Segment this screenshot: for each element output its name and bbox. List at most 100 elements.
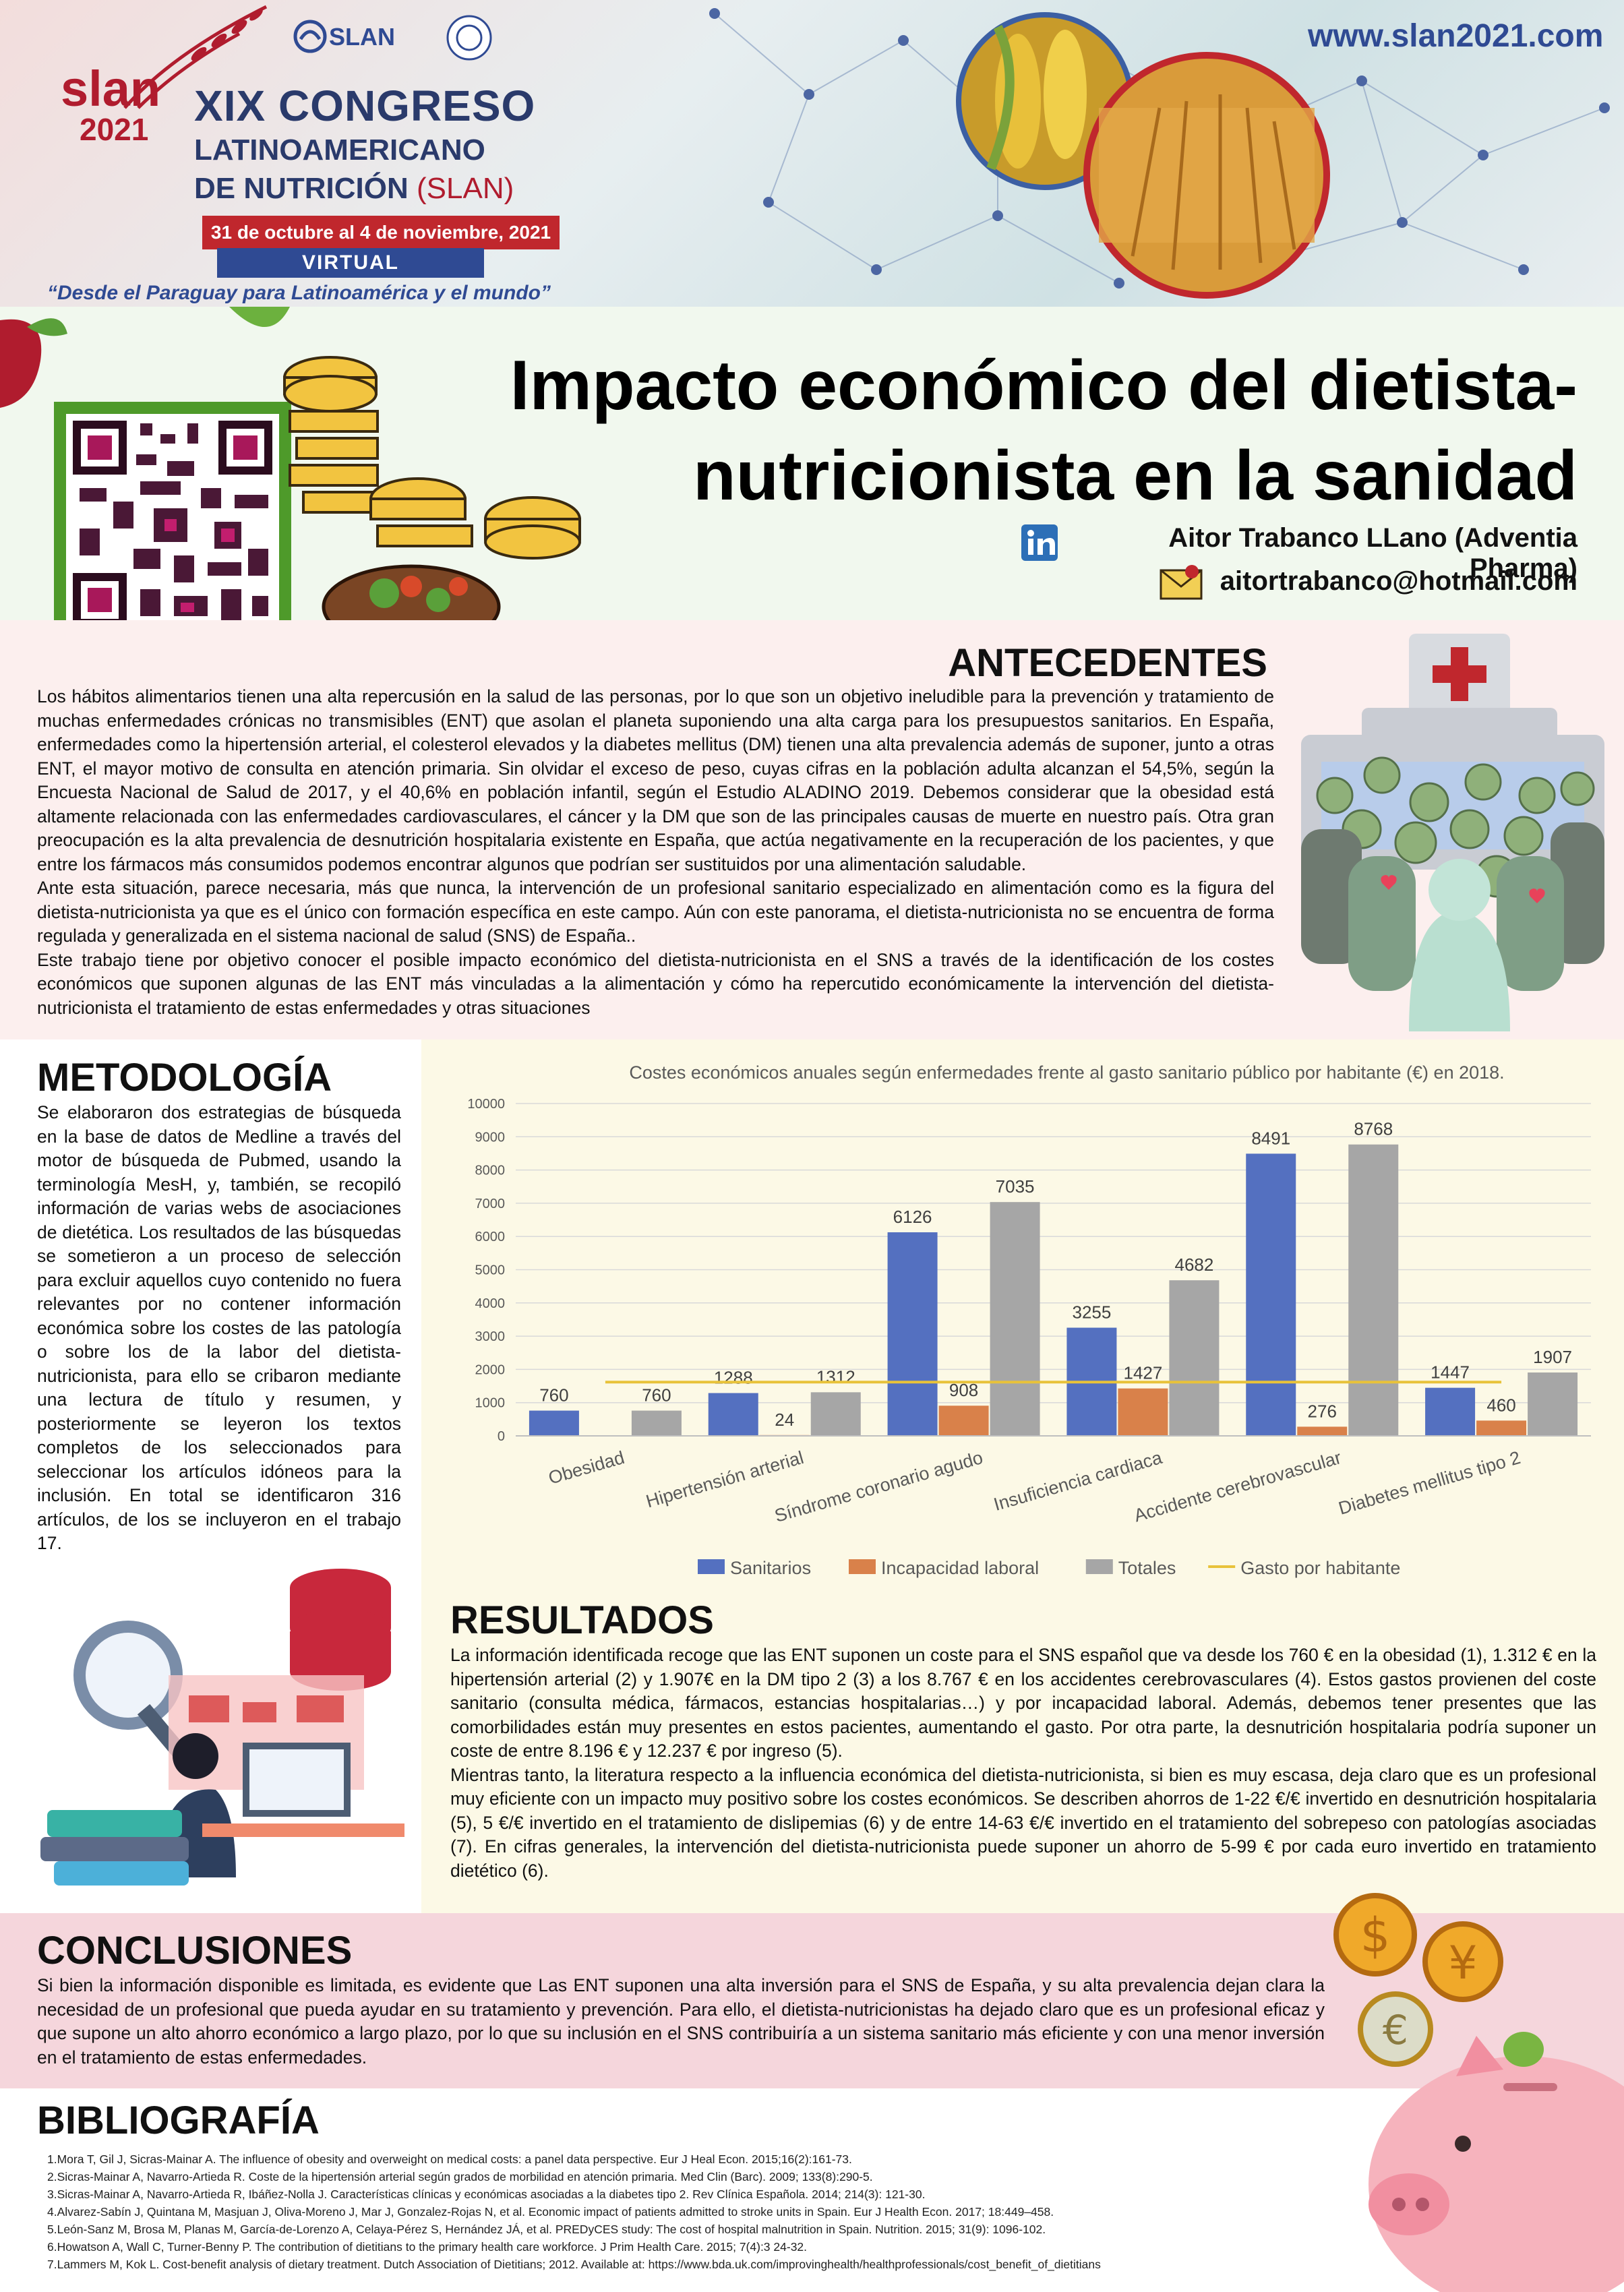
bibliography-item: 5.León-Sanz M, Brosa M, Planas M, García… xyxy=(47,2223,1046,2236)
bar xyxy=(938,1406,989,1436)
data-label: 1288 xyxy=(714,1368,753,1388)
wheat-image xyxy=(1083,52,1330,299)
website-link[interactable]: www.slan2021.com xyxy=(1308,18,1603,55)
data-label: 6126 xyxy=(893,1207,932,1227)
resultados-paragraph-2: Mientras tanto, la literatura respecto a… xyxy=(450,1764,1596,1881)
y-tick-label: 9000 xyxy=(475,1130,506,1145)
data-label: 8491 xyxy=(1251,1128,1290,1148)
legend-label: Totales xyxy=(1118,1558,1176,1578)
bar xyxy=(1246,1153,1296,1436)
svg-text:¥: ¥ xyxy=(1448,1937,1477,1990)
y-tick-label: 1000 xyxy=(475,1396,506,1411)
data-label: 1427 xyxy=(1123,1363,1162,1383)
data-label: 760 xyxy=(539,1385,568,1406)
qr-code[interactable] xyxy=(54,402,291,646)
y-tick-label: 0 xyxy=(498,1429,505,1444)
congress-title-line3-suffix: (SLAN) xyxy=(417,172,514,205)
piggy-bank-illustration: $ ¥ € xyxy=(1333,1893,1624,2292)
legend-label: Gasto por habitante xyxy=(1240,1558,1400,1578)
data-label: 1447 xyxy=(1431,1362,1470,1383)
data-label: 276 xyxy=(1308,1401,1337,1421)
logo-slan-word: slan xyxy=(61,61,161,117)
data-label: 7035 xyxy=(996,1176,1035,1197)
data-label: 3255 xyxy=(1072,1302,1111,1323)
conclusiones-text: Si bien la información disponible es lim… xyxy=(37,1975,1325,2068)
legend-swatch xyxy=(698,1559,725,1574)
envelope-icon xyxy=(1160,565,1203,600)
bibliography-item: 7.Lammers M, Kok L. Cost-benefit analysi… xyxy=(47,2258,1101,2271)
leaf-icon xyxy=(229,307,290,327)
hospital-patients-illustration xyxy=(1301,634,1604,1031)
y-tick-label: 7000 xyxy=(475,1197,506,1211)
data-label: 8768 xyxy=(1354,1119,1393,1139)
antecedentes-paragraph-2: Ante esta situación, parece necesaria, m… xyxy=(37,878,1274,946)
data-label: 1907 xyxy=(1533,1347,1572,1367)
coin-icon: € xyxy=(1358,1991,1433,2067)
y-tick-label: 2000 xyxy=(475,1362,506,1377)
metodologia-text: Se elaboraron dos estrategias de búsqued… xyxy=(37,1102,401,1553)
bar xyxy=(1169,1280,1220,1436)
bar xyxy=(810,1392,861,1436)
metodologia-heading: METODOLOGÍA xyxy=(37,1056,332,1099)
congress-title-line3-main: DE NUTRICIÓN xyxy=(194,172,409,205)
antecedentes-text: Los hábitos alimentarios tienen una alta… xyxy=(37,685,1274,1020)
bar xyxy=(708,1393,758,1436)
data-label: 24 xyxy=(775,1410,794,1430)
legend-label: Incapacidad laboral xyxy=(881,1558,1039,1578)
conclusiones-heading: CONCLUSIONES xyxy=(37,1929,353,1972)
bar xyxy=(1425,1387,1476,1436)
poster-title: Impacto económico del dietista-nutricion… xyxy=(510,346,1577,515)
y-tick-label: 3000 xyxy=(475,1329,506,1344)
congress-title-line3: DE NUTRICIÓN (SLAN) xyxy=(194,172,514,206)
cost-bar-chart: Costes económicos anuales según enfermed… xyxy=(467,1062,1591,1578)
coin-icon: $ xyxy=(1333,1893,1417,1977)
y-tick-label: 8000 xyxy=(475,1164,506,1178)
resultados-paragraph-1: La información identificada recoge que l… xyxy=(450,1645,1596,1761)
slan-emblem-icon xyxy=(293,20,327,53)
antecedentes-paragraph-1: Los hábitos alimentarios tienen una alta… xyxy=(37,686,1274,874)
bar xyxy=(631,1410,682,1436)
congress-title-line1: XIX CONGRESO xyxy=(194,82,536,130)
bibliography-item: 6.Howatson A, Wall C, Turner-Benny P. Th… xyxy=(47,2240,808,2254)
bibliography-list: 1.Mora T, Gil J, Sicras-Mainar A. The in… xyxy=(47,2150,1328,2273)
bar xyxy=(1476,1420,1527,1436)
x-tick-label: Obesidad xyxy=(546,1447,626,1488)
congress-title-line2: LATINOAMERICANO xyxy=(194,133,485,167)
y-tick-label: 4000 xyxy=(475,1296,506,1311)
bar xyxy=(1528,1372,1578,1436)
apple-icon xyxy=(0,318,67,408)
bibliography-item: 3.Sicras-Mainar A, Navarro-Artieda R, Ib… xyxy=(47,2188,926,2201)
bibliography-item: 1.Mora T, Gil J, Sicras-Mainar A. The in… xyxy=(47,2152,852,2166)
legend-label: Sanitarios xyxy=(730,1558,811,1578)
header-banner: slan 2021 SLAN XIX CONGRESO LATINOAMERIC… xyxy=(0,0,1624,307)
svg-text:€: € xyxy=(1383,2007,1408,2054)
resultados-text: La información identificada recoge que l… xyxy=(450,1643,1596,1883)
antecedentes-heading: ANTECEDENTES xyxy=(948,641,1267,685)
legend-swatch xyxy=(849,1559,876,1574)
bibliography-item: 2.Sicras-Mainar A, Navarro-Artieda R. Co… xyxy=(47,2170,873,2183)
y-tick-label: 5000 xyxy=(475,1263,506,1278)
chart-title: Costes económicos anuales según enfermed… xyxy=(629,1062,1504,1083)
y-tick-label: 6000 xyxy=(475,1230,506,1244)
bar xyxy=(529,1410,579,1436)
bar xyxy=(990,1202,1040,1436)
data-analysis-illustration xyxy=(40,1569,404,1886)
data-label: 460 xyxy=(1486,1395,1515,1415)
x-tick-label: Diabetes mellitus tipo 2 xyxy=(1336,1447,1523,1519)
resultados-heading: RESULTADOS xyxy=(450,1598,714,1642)
linkedin-icon[interactable] xyxy=(1021,524,1058,561)
x-tick-label: Síndrome coronario agudo xyxy=(773,1447,986,1526)
data-label: 1312 xyxy=(816,1366,855,1387)
x-tick-label: Hipertensión arterial xyxy=(644,1447,806,1511)
logo-slan-year: 2021 xyxy=(80,112,149,147)
bar xyxy=(1348,1144,1399,1436)
poster-email[interactable]: aitortrabanco@hotmail.com xyxy=(1207,566,1577,597)
society-seal-icon xyxy=(446,15,492,61)
congress-mode: VIRTUAL xyxy=(217,248,484,278)
y-tick-label: 10000 xyxy=(467,1097,505,1112)
qr-code-icon xyxy=(66,414,279,634)
bibliografia-heading: BIBLIOGRAFÍA xyxy=(37,2099,320,2142)
data-label: 4682 xyxy=(1174,1255,1213,1275)
congress-motto: “Desde el Paraguay para Latinoamérica y … xyxy=(47,282,551,304)
bar xyxy=(1118,1388,1168,1436)
